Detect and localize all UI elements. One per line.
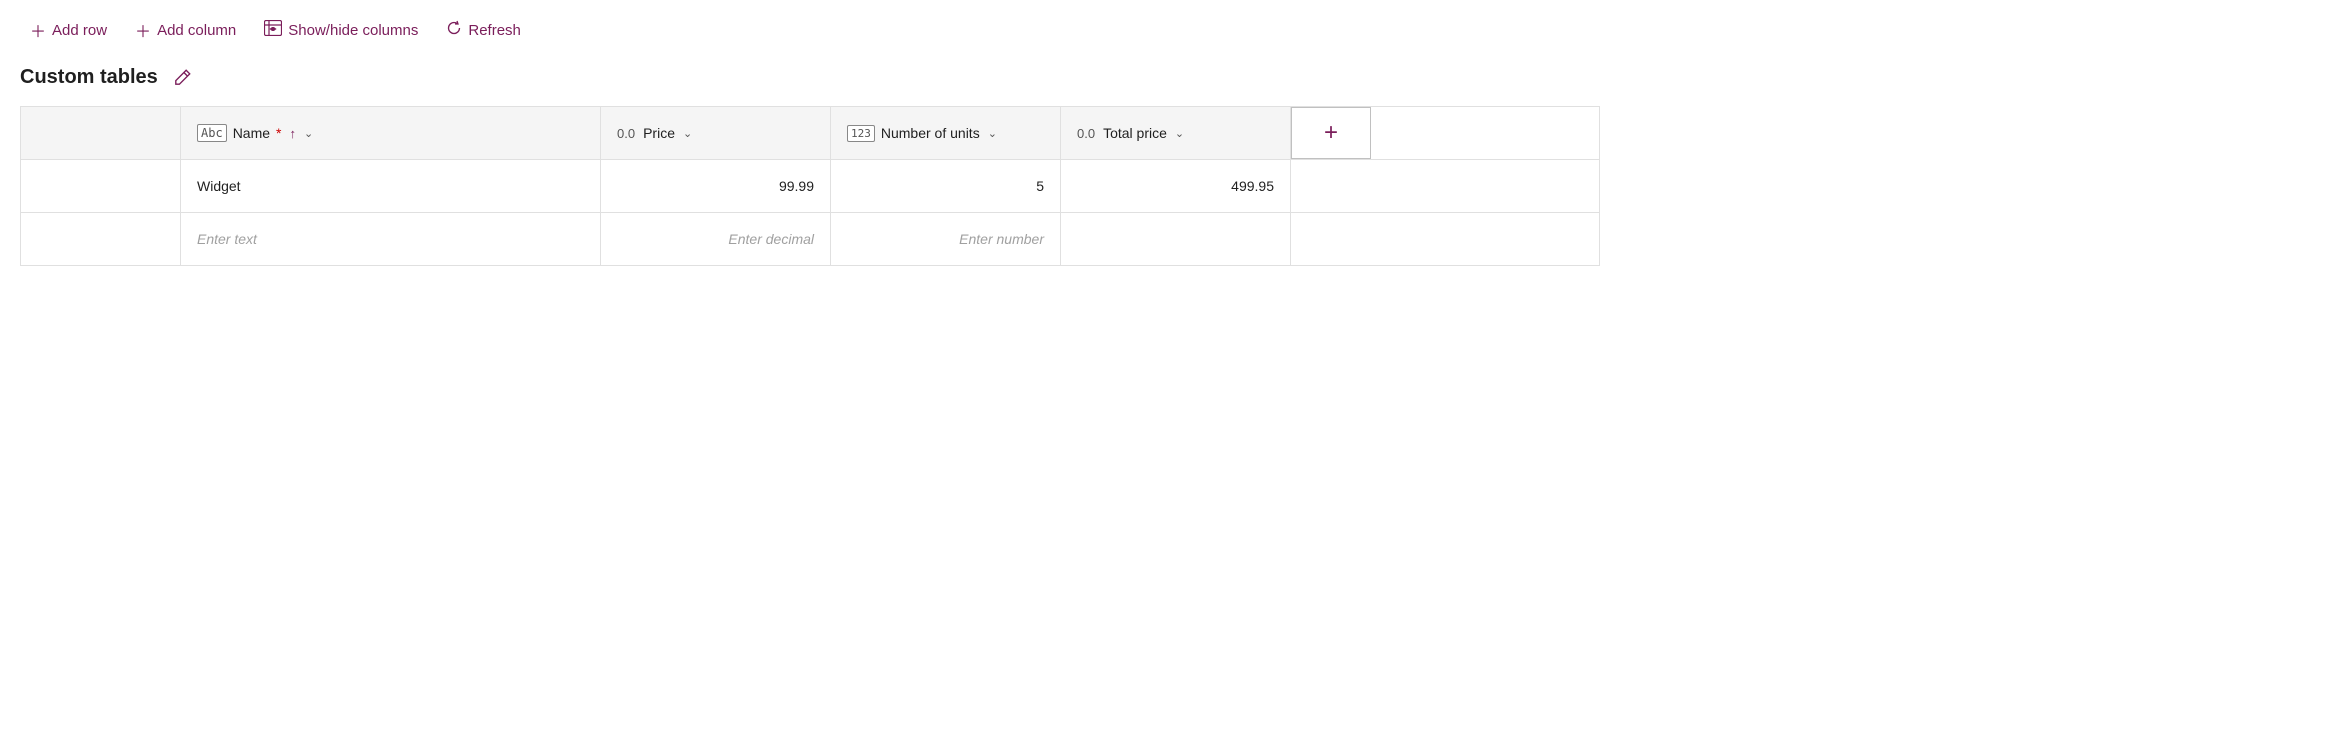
col-units-label: Number of units	[881, 125, 980, 141]
cell-row-extra	[1291, 160, 1371, 212]
name-placeholder: Enter text	[197, 231, 257, 247]
refresh-label: Refresh	[468, 22, 521, 39]
cell-price-value: 99.99	[779, 178, 814, 194]
show-hide-icon	[264, 20, 282, 41]
price-placeholder: Enter decimal	[728, 231, 814, 247]
cell-units-empty[interactable]: Enter number	[831, 213, 1061, 265]
plus-icon: ＋	[30, 18, 46, 42]
cell-name[interactable]: Widget	[181, 160, 601, 212]
col-header-name[interactable]: Abc Name * ↑ ⌄	[181, 107, 601, 159]
units-placeholder: Enter number	[959, 231, 1044, 247]
empty-row-gutter	[21, 213, 181, 265]
price-type-icon: 0.0	[617, 126, 635, 141]
page-title-row: Custom tables	[20, 64, 2327, 90]
total-type-icon: 0.0	[1077, 126, 1095, 141]
page-title: Custom tables	[20, 66, 158, 89]
cell-total-empty	[1061, 213, 1291, 265]
col-header-units[interactable]: 123 Number of units ⌄	[831, 107, 1061, 159]
table-row: Widget 99.99 5 499.95	[21, 160, 1599, 213]
cell-name-value: Widget	[197, 178, 241, 194]
add-row-button[interactable]: ＋ Add row	[20, 12, 117, 48]
col-price-label: Price	[643, 125, 675, 141]
add-column-label: Add column	[157, 22, 236, 39]
required-star: *	[276, 125, 281, 141]
cell-units[interactable]: 5	[831, 160, 1061, 212]
col-price-chevron: ⌄	[683, 127, 692, 140]
col-total-chevron: ⌄	[1175, 127, 1184, 140]
name-type-icon: Abc	[197, 124, 227, 142]
table-header: Abc Name * ↑ ⌄ 0.0 Price ⌄ 123 Number of…	[21, 107, 1599, 160]
col-header-total[interactable]: 0.0 Total price ⌄	[1061, 107, 1291, 159]
col-total-label: Total price	[1103, 125, 1167, 141]
cell-name-empty[interactable]: Enter text	[181, 213, 601, 265]
col-header-price[interactable]: 0.0 Price ⌄	[601, 107, 831, 159]
show-hide-label: Show/hide columns	[288, 22, 418, 39]
refresh-icon	[446, 20, 462, 41]
cell-total[interactable]: 499.95	[1061, 160, 1291, 212]
edit-title-button[interactable]	[170, 64, 196, 90]
cell-empty-extra	[1291, 213, 1371, 265]
show-hide-button[interactable]: Show/hide columns	[254, 14, 428, 47]
refresh-button[interactable]: Refresh	[436, 14, 531, 47]
header-gutter	[21, 107, 181, 159]
cell-price-empty[interactable]: Enter decimal	[601, 213, 831, 265]
custom-table: Abc Name * ↑ ⌄ 0.0 Price ⌄ 123 Number of…	[20, 106, 1600, 266]
cell-total-value: 499.95	[1231, 178, 1274, 194]
sort-up-icon: ↑	[290, 126, 297, 141]
cell-price[interactable]: 99.99	[601, 160, 831, 212]
col-units-chevron: ⌄	[988, 127, 997, 140]
add-column-plus-button[interactable]: +	[1291, 107, 1371, 159]
col-name-chevron: ⌄	[304, 127, 313, 140]
toolbar: ＋ Add row ＋ Add column Show/hide columns…	[20, 12, 2327, 48]
table-empty-row: Enter text Enter decimal Enter number	[21, 213, 1599, 265]
row-gutter	[21, 160, 181, 212]
add-row-label: Add row	[52, 22, 107, 39]
cell-units-value: 5	[1036, 178, 1044, 194]
add-col-plus-icon: +	[1324, 119, 1338, 147]
pencil-icon	[174, 68, 192, 86]
col-name-label: Name	[233, 125, 270, 141]
units-type-icon: 123	[847, 125, 875, 142]
plus-icon-2: ＋	[135, 18, 151, 42]
add-column-button[interactable]: ＋ Add column	[125, 12, 246, 48]
